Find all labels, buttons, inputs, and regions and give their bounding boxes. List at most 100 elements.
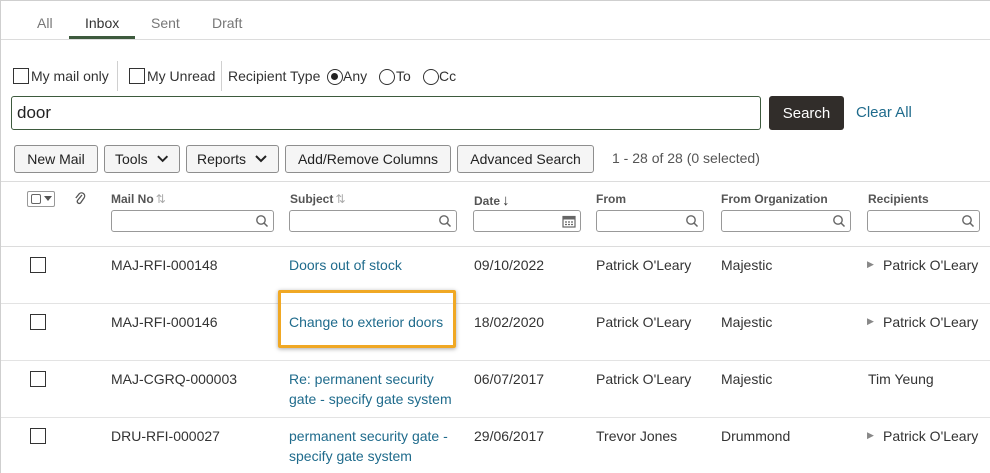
advanced-search-label: Advanced Search: [470, 151, 581, 167]
recipient-to-radio[interactable]: [379, 69, 395, 85]
organization-cell: Majestic: [721, 257, 773, 273]
date-cell: 06/07/2017: [474, 371, 545, 387]
tools-menu-button[interactable]: Tools: [104, 145, 180, 173]
reports-label: Reports: [197, 151, 247, 167]
search-icon: [439, 215, 452, 228]
search-icon: [686, 215, 699, 228]
search-input[interactable]: [11, 96, 761, 130]
sort-descending-icon: ↓: [502, 192, 510, 209]
search-button[interactable]: Search: [769, 96, 844, 130]
date-cell: 09/10/2022: [474, 257, 545, 273]
column-header-recipients[interactable]: Recipients: [868, 192, 929, 206]
row-divider: [1, 303, 990, 304]
row-checkbox[interactable]: [30, 257, 46, 273]
date-cell: 29/06/2017: [474, 428, 545, 444]
row-checkbox[interactable]: [30, 314, 46, 330]
tabs-divider: [1, 39, 990, 40]
row-divider: [1, 360, 990, 361]
row-divider: [1, 417, 990, 418]
calendar-icon: [562, 215, 576, 228]
sort-icon: ⇅: [335, 192, 346, 206]
subject-link-continued[interactable]: specify gate system: [289, 446, 412, 466]
from-filter-input[interactable]: [596, 210, 704, 232]
tab-inbox[interactable]: Inbox: [85, 15, 119, 31]
mail-no-cell: DRU-RFI-000027: [111, 428, 220, 444]
search-icon: [256, 215, 269, 228]
from-cell: Trevor Jones: [596, 428, 678, 444]
date-cell: 18/02/2020: [474, 314, 545, 330]
column-header-date[interactable]: Date ↓: [474, 192, 510, 209]
add-remove-columns-label: Add/Remove Columns: [297, 151, 439, 167]
expand-recipients-icon[interactable]: ▶: [867, 259, 874, 270]
from-cell: Patrick O'Leary: [596, 314, 692, 330]
mail-no-header-label: Mail No: [111, 192, 154, 206]
from-organization-filter-input[interactable]: [721, 210, 851, 232]
from-cell: Patrick O'Leary: [596, 371, 692, 387]
recipients-cell: Patrick O'Leary: [883, 428, 979, 444]
subject-header-label: Subject: [290, 192, 334, 206]
row-checkbox[interactable]: [30, 371, 46, 387]
subject-link[interactable]: Doors out of stock: [289, 255, 402, 275]
sort-icon: ⇅: [155, 192, 166, 206]
subject-filter-input[interactable]: [289, 210, 457, 232]
recipient-cc-label: Cc: [439, 68, 457, 84]
reports-menu-button[interactable]: Reports: [186, 145, 279, 173]
mail-no-cell: MAJ-CGRQ-000003: [111, 371, 238, 387]
mail-tabs: All Inbox Sent Draft: [1, 1, 990, 40]
expand-recipients-icon[interactable]: ▶: [867, 430, 874, 441]
tab-all[interactable]: All: [37, 15, 53, 31]
recipients-filter-input[interactable]: [867, 210, 980, 232]
column-header-from[interactable]: From: [596, 192, 626, 206]
filter-divider: [221, 61, 222, 91]
mail-no-filter-input[interactable]: [111, 210, 274, 232]
mail-register-panel: All Inbox Sent Draft My mail only My Unr…: [0, 0, 990, 473]
expand-recipients-icon[interactable]: ▶: [867, 316, 874, 327]
column-header-mail-no[interactable]: Mail No ⇅: [111, 192, 166, 206]
organization-cell: Majestic: [721, 371, 773, 387]
tab-draft[interactable]: Draft: [212, 15, 242, 31]
filter-divider: [117, 61, 118, 91]
result-count: 1 - 28 of 28 (0 selected): [612, 150, 760, 166]
new-mail-label: New Mail: [27, 151, 85, 167]
my-mail-only-label: My mail only: [31, 68, 109, 84]
recipient-any-radio[interactable]: [327, 69, 343, 85]
recipients-cell: Patrick O'Leary: [883, 257, 979, 273]
mail-no-cell: MAJ-RFI-000146: [111, 314, 218, 330]
subject-link[interactable]: Change to exterior doors: [289, 312, 443, 332]
chevron-down-icon: [156, 155, 168, 163]
select-all-dropdown[interactable]: [27, 191, 55, 207]
clear-all-link[interactable]: Clear All: [856, 104, 912, 121]
search-icon: [962, 215, 975, 228]
recipient-cc-radio[interactable]: [423, 69, 439, 85]
recipient-any-label: Any: [343, 68, 368, 84]
caret-down-icon: [44, 196, 52, 201]
recipient-type-label: Recipient Type: [228, 68, 321, 84]
recipients-cell: Patrick O'Leary: [883, 314, 979, 330]
organization-cell: Drummond: [721, 428, 791, 444]
tab-sent[interactable]: Sent: [151, 15, 180, 31]
date-filter-input[interactable]: [473, 210, 581, 232]
advanced-search-button[interactable]: Advanced Search: [457, 145, 594, 173]
subject-link[interactable]: permanent security gate -: [289, 426, 448, 446]
my-unread-label: My Unread: [147, 68, 216, 84]
filter-row: My mail only My Unread Recipient Type An…: [11, 61, 990, 91]
my-unread-checkbox[interactable]: [129, 68, 145, 84]
header-bottom-border: [1, 246, 990, 247]
add-remove-columns-button[interactable]: Add/Remove Columns: [285, 145, 451, 173]
subject-link-continued[interactable]: gate - specify gate system: [289, 389, 452, 409]
column-header-from-organization[interactable]: From Organization: [721, 192, 828, 206]
new-mail-button[interactable]: New Mail: [14, 145, 98, 173]
mail-no-cell: MAJ-RFI-000148: [111, 257, 218, 273]
table-top-border: [1, 181, 990, 182]
row-checkbox[interactable]: [30, 428, 46, 444]
tools-label: Tools: [115, 151, 148, 167]
attachment-icon: [75, 192, 86, 205]
search-icon: [833, 215, 846, 228]
from-cell: Patrick O'Leary: [596, 257, 692, 273]
subject-link[interactable]: Re: permanent security: [289, 369, 434, 389]
column-header-subject[interactable]: Subject ⇅: [290, 192, 345, 206]
recipient-to-label: To: [396, 68, 411, 84]
date-header-label: Date: [474, 194, 501, 208]
organization-cell: Majestic: [721, 314, 773, 330]
my-mail-only-checkbox[interactable]: [13, 68, 29, 84]
